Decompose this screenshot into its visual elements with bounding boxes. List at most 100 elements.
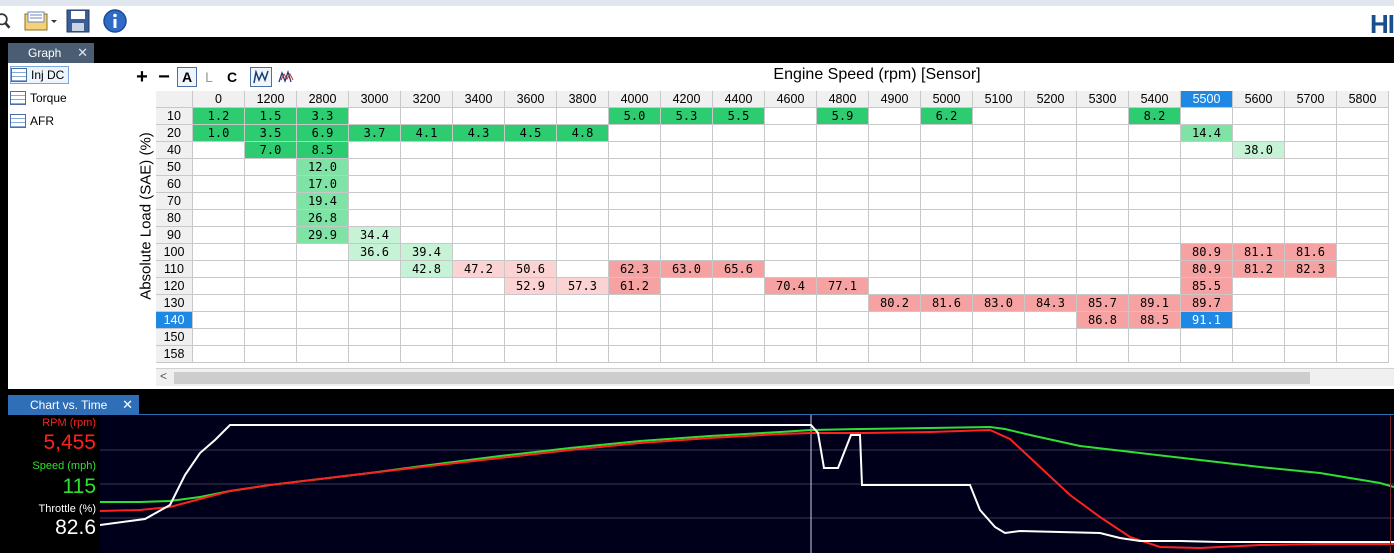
empty-cell[interactable] [973, 278, 1025, 295]
empty-cell[interactable] [1129, 125, 1181, 142]
empty-cell[interactable] [453, 193, 505, 210]
empty-cell[interactable] [557, 142, 609, 159]
table-cell[interactable]: 6.9 [297, 125, 349, 142]
empty-cell[interactable] [713, 278, 765, 295]
empty-cell[interactable] [401, 193, 453, 210]
empty-cell[interactable] [1285, 142, 1337, 159]
empty-cell[interactable] [401, 176, 453, 193]
table-cell[interactable]: 4.1 [401, 125, 453, 142]
table-cell[interactable]: 63.0 [661, 261, 713, 278]
empty-cell[interactable] [453, 295, 505, 312]
empty-cell[interactable] [973, 108, 1025, 125]
empty-cell[interactable] [401, 329, 453, 346]
empty-cell[interactable] [765, 142, 817, 159]
column-header[interactable]: 5500 [1181, 91, 1233, 108]
empty-cell[interactable] [921, 278, 973, 295]
table-cell[interactable]: 65.6 [713, 261, 765, 278]
table-cell[interactable]: 1.0 [193, 125, 245, 142]
empty-cell[interactable] [1233, 193, 1285, 210]
empty-cell[interactable] [193, 278, 245, 295]
table-cell[interactable]: 61.2 [609, 278, 661, 295]
table-cell[interactable]: 80.9 [1181, 261, 1233, 278]
empty-cell[interactable] [349, 329, 401, 346]
table-cell[interactable]: 7.0 [245, 142, 297, 159]
table-cell[interactable]: 1.2 [193, 108, 245, 125]
empty-cell[interactable] [921, 244, 973, 261]
empty-cell[interactable] [869, 142, 921, 159]
empty-cell[interactable] [661, 125, 713, 142]
empty-cell[interactable] [349, 142, 401, 159]
graph-compare-icon[interactable] [276, 67, 296, 87]
empty-cell[interactable] [193, 193, 245, 210]
empty-cell[interactable] [609, 346, 661, 363]
empty-cell[interactable] [1025, 142, 1077, 159]
table-cell[interactable]: 80.9 [1181, 244, 1233, 261]
empty-cell[interactable] [921, 159, 973, 176]
empty-cell[interactable] [1077, 193, 1129, 210]
empty-cell[interactable] [973, 244, 1025, 261]
empty-cell[interactable] [765, 125, 817, 142]
empty-cell[interactable] [1337, 108, 1389, 125]
table-cell[interactable]: 1.5 [245, 108, 297, 125]
empty-cell[interactable] [1077, 108, 1129, 125]
empty-cell[interactable] [505, 295, 557, 312]
table-cell[interactable]: 5.0 [609, 108, 661, 125]
empty-cell[interactable] [1129, 261, 1181, 278]
table-cell[interactable]: 81.6 [921, 295, 973, 312]
empty-cell[interactable] [245, 159, 297, 176]
empty-cell[interactable] [193, 244, 245, 261]
empty-cell[interactable] [1025, 261, 1077, 278]
table-cell[interactable]: 5.5 [713, 108, 765, 125]
empty-cell[interactable] [193, 312, 245, 329]
empty-cell[interactable] [193, 346, 245, 363]
table-cell[interactable]: 29.9 [297, 227, 349, 244]
empty-cell[interactable] [297, 261, 349, 278]
empty-cell[interactable] [1077, 329, 1129, 346]
table-cell[interactable]: 88.5 [1129, 312, 1181, 329]
empty-cell[interactable] [349, 159, 401, 176]
table-cell[interactable]: 83.0 [973, 295, 1025, 312]
scrollbar-thumb[interactable] [174, 372, 1310, 384]
empty-cell[interactable] [1337, 176, 1389, 193]
empty-cell[interactable] [765, 176, 817, 193]
empty-cell[interactable] [505, 193, 557, 210]
empty-cell[interactable] [921, 142, 973, 159]
empty-cell[interactable] [869, 176, 921, 193]
empty-cell[interactable] [1285, 278, 1337, 295]
empty-cell[interactable] [921, 227, 973, 244]
empty-cell[interactable] [505, 159, 557, 176]
empty-cell[interactable] [817, 312, 869, 329]
empty-cell[interactable] [1285, 227, 1337, 244]
empty-cell[interactable] [245, 329, 297, 346]
empty-cell[interactable] [245, 261, 297, 278]
empty-cell[interactable] [921, 210, 973, 227]
empty-cell[interactable] [1181, 227, 1233, 244]
empty-cell[interactable] [1233, 108, 1285, 125]
empty-cell[interactable] [401, 210, 453, 227]
empty-cell[interactable] [557, 346, 609, 363]
column-header[interactable]: 5700 [1285, 91, 1337, 108]
empty-cell[interactable] [349, 278, 401, 295]
empty-cell[interactable] [297, 346, 349, 363]
empty-cell[interactable] [557, 261, 609, 278]
empty-cell[interactable] [1337, 193, 1389, 210]
column-header[interactable]: 3600 [505, 91, 557, 108]
empty-cell[interactable] [765, 346, 817, 363]
empty-cell[interactable] [973, 159, 1025, 176]
empty-cell[interactable] [661, 295, 713, 312]
column-header[interactable]: 3800 [557, 91, 609, 108]
table-cell[interactable]: 42.8 [401, 261, 453, 278]
empty-cell[interactable] [973, 210, 1025, 227]
empty-cell[interactable] [713, 244, 765, 261]
empty-cell[interactable] [713, 125, 765, 142]
empty-cell[interactable] [869, 193, 921, 210]
empty-cell[interactable] [453, 244, 505, 261]
row-header[interactable]: 158 [156, 346, 193, 363]
empty-cell[interactable] [1025, 244, 1077, 261]
empty-cell[interactable] [1129, 159, 1181, 176]
empty-cell[interactable] [349, 261, 401, 278]
empty-cell[interactable] [505, 244, 557, 261]
zoom-out-button[interactable]: − [154, 66, 174, 88]
empty-cell[interactable] [1025, 210, 1077, 227]
table-cell[interactable]: 81.2 [1233, 261, 1285, 278]
